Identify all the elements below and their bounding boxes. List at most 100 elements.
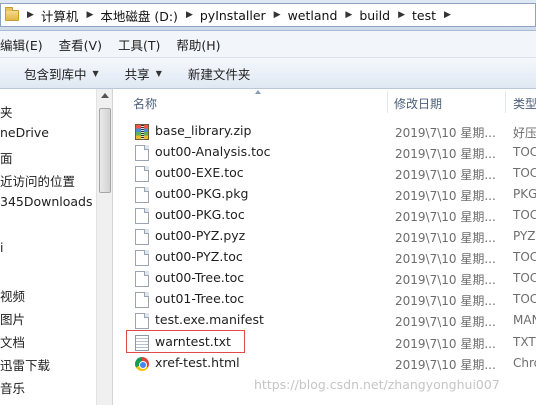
navigation-pane: 夹 neDrive 面 近访问的位置 345Downloads i 视频 图片 … [0,89,96,405]
menu-tools[interactable]: 工具(T) [118,35,160,54]
file-icon [135,166,149,182]
column-header: 名称 修改日期 类型 [114,89,536,115]
nav-item-onedrive[interactable]: neDrive [0,125,49,140]
breadcrumb-build[interactable]: build [359,8,390,23]
file-name: out00-Analysis.toc [155,144,271,159]
nav-item-pictures[interactable]: 图片 [0,309,25,328]
file-type: TXT [513,335,536,349]
file-row[interactable]: out01-Tree.toc 2019\7\10 星期... TOC [114,289,536,310]
file-type: TOC [513,166,536,180]
chevron-right-icon[interactable]: ▶ [86,10,93,20]
nav-item-downloads[interactable]: 345Downloads [0,194,93,209]
command-toolbar: 包含到库中 ▼ 共享 ▼ 新建文件夹 [0,58,536,89]
chevron-right-icon[interactable]: ▶ [27,10,34,20]
chevron-right-icon[interactable]: ▶ [186,10,193,20]
file-type: TOC [513,145,536,159]
file-icon [135,313,149,329]
nav-item-desktop[interactable]: 面 [0,148,13,167]
file-row[interactable]: xref-test.html 2019\7\10 星期... Chro [114,353,536,374]
file-row[interactable]: out00-PYZ.pyz 2019\7\10 星期... PYZ [114,226,536,247]
include-in-library-button[interactable]: 包含到库中 ▼ [24,64,99,83]
chevron-right-icon[interactable]: ▶ [274,10,281,20]
scrollbar-thumb[interactable] [99,108,111,193]
file-name: base_library.zip [155,123,252,138]
sort-ascending-icon [255,90,261,94]
file-icon [135,145,149,161]
breadcrumb-drive-d[interactable]: 本地磁盘 (D:) [100,6,178,25]
file-type: 好压 [513,126,536,140]
breadcrumb-pyinstaller[interactable]: pyInstaller [200,8,266,23]
file-name: out00-EXE.toc [155,165,244,180]
menu-view[interactable]: 查看(V) [59,35,102,54]
new-folder-button[interactable]: 新建文件夹 [188,64,251,83]
nav-item-favorites[interactable]: 夹 [0,102,13,121]
file-row[interactable]: base_library.zip 2019\7\10 星期... 好压 [114,121,536,142]
breadcrumb-wetland[interactable]: wetland [288,8,338,23]
menu-bar: 编辑(E) 查看(V) 工具(T) 帮助(H) [0,31,536,58]
file-name: out00-Tree.toc [155,270,245,285]
column-type[interactable]: 类型 [513,95,536,112]
highlight-box [126,330,245,353]
file-type: TOC [513,208,536,222]
scroll-up-icon[interactable] [101,93,109,98]
breadcrumb-computer[interactable]: 计算机 [41,6,79,25]
menu-help[interactable]: 帮助(H) [176,35,220,54]
file-type: PKG [513,187,536,201]
file-row[interactable]: out00-Tree.toc 2019\7\10 星期... TOC [114,268,536,289]
file-row[interactable]: test.exe.manifest 2019\7\10 星期... MAN [114,310,536,331]
file-date: 2019\7\10 星期... [395,315,496,329]
file-row[interactable]: out00-PKG.pkg 2019\7\10 星期... PKG [114,184,536,205]
nav-scrollbar[interactable] [96,89,113,405]
chevron-right-icon[interactable]: ▶ [345,10,352,20]
file-name: out00-PYZ.pyz [155,228,246,243]
new-folder-label: 新建文件夹 [187,66,251,82]
file-icon [135,292,149,308]
file-name: out00-PKG.toc [155,207,245,222]
chrome-icon [135,357,149,371]
column-divider[interactable] [505,91,506,113]
file-row[interactable]: out00-PKG.toc 2019\7\10 星期... TOC [114,205,536,226]
file-row[interactable]: out00-EXE.toc 2019\7\10 星期... TOC [114,163,536,184]
file-date: 2019\7\10 星期... [395,337,496,351]
nav-item-videos[interactable]: 视频 [0,286,25,305]
share-button[interactable]: 共享 ▼ [125,64,162,83]
file-type: MAN [513,313,536,327]
file-date: 2019\7\10 星期... [395,231,496,245]
file-icon [135,229,149,245]
menu-edit[interactable]: 编辑(E) [0,35,43,54]
nav-item-recent-places[interactable]: 近访问的位置 [0,171,75,190]
file-icon [135,208,149,224]
file-row[interactable]: out00-Analysis.toc 2019\7\10 星期... TOC [114,142,536,163]
file-date: 2019\7\10 星期... [395,210,496,224]
file-row[interactable]: out00-PYZ.toc 2019\7\10 星期... TOC [114,247,536,268]
file-date: 2019\7\10 星期... [395,273,496,287]
file-date: 2019\7\10 星期... [395,168,496,182]
nav-item-thunder-downloads[interactable]: 迅雷下载 [0,355,50,374]
column-name[interactable]: 名称 [133,95,157,112]
include-in-library-label: 包含到库中 [24,66,87,82]
file-date: 2019\7\10 星期... [395,294,496,308]
file-type: TOC [513,271,536,285]
folder-icon [5,6,19,21]
file-type: Chro [513,356,536,370]
column-date-modified[interactable]: 修改日期 [394,95,442,112]
zip-archive-icon [135,124,149,140]
dropdown-arrow-icon: ▼ [155,68,162,78]
file-date: 2019\7\10 星期... [395,147,496,161]
nav-item-documents[interactable]: 文档 [0,332,25,351]
nav-item-music[interactable]: 音乐 [0,378,25,397]
file-name: test.exe.manifest [155,312,264,327]
breadcrumb[interactable]: ▶ 计算机 ▶ 本地磁盘 (D:) ▶ pyInstaller ▶ wetlan… [0,3,536,27]
file-icon [135,250,149,266]
watermark: https://blog.csdn.net/zhangyonghui007 [254,377,500,392]
file-type: PYZ [513,229,536,243]
chevron-right-icon[interactable]: ▶ [444,10,451,20]
address-bar: ▶ 计算机 ▶ 本地磁盘 (D:) ▶ pyInstaller ▶ wetlan… [0,0,536,31]
chevron-right-icon[interactable]: ▶ [398,10,405,20]
dropdown-arrow-icon: ▼ [92,68,99,78]
breadcrumb-test[interactable]: test [412,8,436,23]
column-divider[interactable] [387,91,388,113]
file-type: TOC [513,250,536,264]
nav-item-libraries[interactable]: i [0,240,3,255]
file-type: TOC [513,292,536,306]
